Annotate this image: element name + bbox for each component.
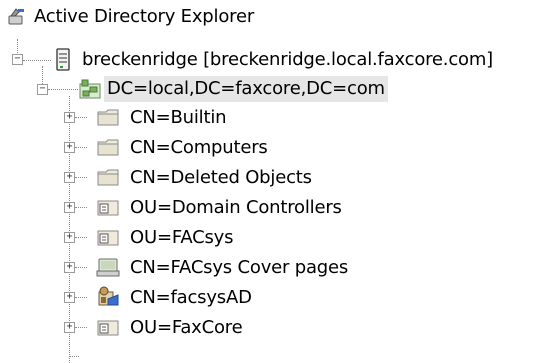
tree-node-domain[interactable]: − DC=local,DC=faxcore,DC=com <box>0 74 388 104</box>
collapse-toggle-icon[interactable]: − <box>12 54 23 65</box>
expand-toggle-icon[interactable]: + <box>64 322 75 333</box>
tree-line <box>75 267 87 268</box>
tree-node-label: OU=Domain Controllers <box>130 197 342 218</box>
tree-node-child[interactable]: + CN=FACsys Cover pages <box>0 253 351 283</box>
tree-node-label: Active Directory Explorer <box>34 6 255 27</box>
tree-node-label: CN=Builtin <box>130 107 227 128</box>
tree-line <box>75 117 87 118</box>
expand-toggle-icon[interactable]: + <box>64 112 75 123</box>
tree-node-child[interactable]: + OU=FaxCore <box>0 313 245 343</box>
tree-node-label: OU=FaxCore <box>130 317 243 338</box>
ou-icon <box>96 226 119 248</box>
expand-toggle-icon[interactable]: + <box>64 262 75 273</box>
tree-line <box>69 356 79 357</box>
tree-line <box>75 237 87 238</box>
tree-line <box>75 177 87 178</box>
expand-toggle-icon[interactable]: + <box>64 292 75 303</box>
facsys-ad-icon <box>96 285 119 307</box>
ou-icon <box>96 196 119 218</box>
tree-node-child[interactable]: + CN=Computers <box>0 133 271 163</box>
tree-node-label: OU=FACsys <box>130 227 234 248</box>
tree-node-root[interactable]: Active Directory Explorer <box>0 2 257 32</box>
tree-node-child[interactable]: + OU=Domain Controllers <box>0 193 345 223</box>
ou-icon <box>96 316 119 338</box>
tree-node-label: CN=Deleted Objects <box>130 167 312 188</box>
folder-icon <box>96 166 119 188</box>
tree-line <box>75 207 87 208</box>
tree-node-child[interactable]: + CN=Builtin <box>0 103 229 133</box>
tree-node-child[interactable]: + OU=FACsys <box>0 223 236 253</box>
directory-tree: Active Directory Explorer − breckenridge… <box>0 0 534 363</box>
domain-icon <box>79 78 101 100</box>
tree-node-label: breckenridge [breckenridge.local.faxcore… <box>82 49 493 70</box>
tree-line <box>75 297 87 298</box>
expand-toggle-icon[interactable]: + <box>64 172 75 183</box>
folder-icon <box>96 106 119 128</box>
expand-toggle-icon[interactable]: + <box>64 202 75 213</box>
tree-line <box>75 327 87 328</box>
tree-node-child[interactable]: + CN=Deleted Objects <box>0 163 315 193</box>
tree-node-server[interactable]: − breckenridge [breckenridge.local.faxco… <box>0 45 496 75</box>
tree-node-label: CN=facsysAD <box>130 287 252 308</box>
container-icon <box>96 256 120 278</box>
ad-explorer-icon <box>6 6 28 28</box>
tree-node-label: CN=Computers <box>130 137 268 158</box>
tree-node-child[interactable]: + CN=facsysAD <box>0 283 255 313</box>
expand-toggle-icon[interactable]: + <box>64 142 75 153</box>
server-icon <box>53 48 75 71</box>
folder-icon <box>96 136 119 158</box>
tree-line <box>75 147 87 148</box>
collapse-toggle-icon[interactable]: − <box>37 84 48 95</box>
tree-node-label: DC=local,DC=faxcore,DC=com <box>104 76 388 102</box>
expand-toggle-icon[interactable]: + <box>64 232 75 243</box>
tree-node-label: CN=FACsys Cover pages <box>130 257 349 278</box>
